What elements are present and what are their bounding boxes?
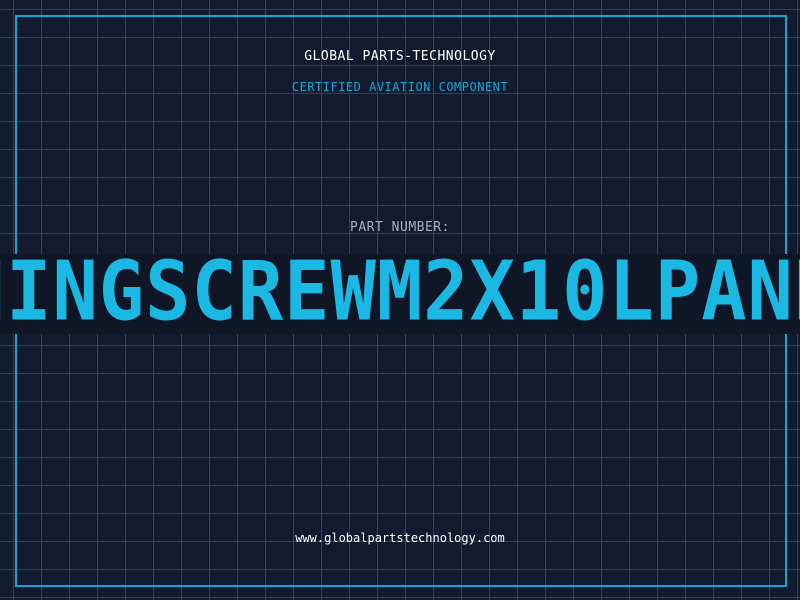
website-url: www.globalpartstechnology.com [295,531,505,545]
certification-subtitle: CERTIFIED AVIATION COMPONENT [291,80,509,94]
part-number-value: HINGSCREWM2X10LPANH [0,254,800,334]
part-number-label: PART NUMBER: [350,220,450,235]
part-number-band: HINGSCREWM2X10LPANH [0,254,800,334]
company-name: GLOBAL PARTS-TECHNOLOGY [304,49,496,64]
